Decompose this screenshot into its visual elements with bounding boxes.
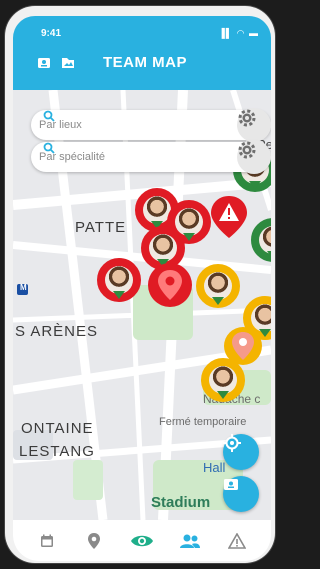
eye-icon	[130, 535, 153, 546]
id-card-icon	[224, 479, 238, 490]
nav-calendar[interactable]	[35, 529, 59, 553]
nav-location[interactable]	[82, 529, 106, 553]
search-icon	[43, 110, 55, 122]
gear-icon	[238, 109, 256, 127]
map-label-lestang: LESTANG	[19, 443, 95, 460]
nav-team[interactable]	[178, 529, 202, 553]
bottom-navigation	[13, 520, 271, 561]
nav-alerts[interactable]	[225, 529, 249, 553]
app-header: 9:41 ▐▌ ◠ ▬ TEAM MAP	[13, 16, 271, 90]
page-title: TEAM MAP	[103, 54, 187, 71]
gear-icon	[238, 141, 256, 159]
app-screen: 9:41 ▐▌ ◠ ▬ TEAM MAP M PATTE S ARÈNES ON…	[13, 16, 271, 561]
search-place-input[interactable]	[37, 118, 191, 132]
nav-view[interactable]	[130, 529, 154, 553]
map-label-fontaine: ONTAINE	[21, 420, 94, 437]
recenter-location-button[interactable]	[223, 434, 259, 470]
search-icon	[43, 142, 55, 154]
status-icons: ▐▌ ◠ ▬	[218, 28, 259, 38]
map-label-stadium: Stadium	[151, 494, 211, 511]
map-view[interactable]: M Pe PATTE S ARÈNES ONTAINE LESTANG Nada…	[13, 90, 271, 520]
speciality-filter-button[interactable]	[237, 140, 271, 174]
location-pin-icon	[88, 532, 101, 549]
location-pin-icon[interactable]	[223, 326, 263, 372]
map-label-patte: PATTE	[75, 219, 127, 236]
map-label-hall: Hall	[203, 460, 226, 475]
team-member-pin[interactable]	[196, 264, 240, 308]
place-filter-button[interactable]	[237, 108, 271, 142]
location-pin-icon[interactable]	[147, 262, 193, 312]
warning-pin-icon[interactable]	[209, 194, 249, 240]
calendar-icon	[40, 534, 53, 547]
warning-icon	[228, 532, 247, 549]
map-book-icon[interactable]	[61, 56, 75, 70]
map-label-arenes: S ARÈNES	[15, 323, 99, 340]
search-by-speciality	[31, 140, 271, 174]
crosshair-icon	[223, 434, 241, 452]
team-icon	[179, 534, 200, 548]
search-by-place	[31, 108, 271, 142]
status-time: 9:41	[41, 28, 62, 39]
team-member-pin[interactable]	[97, 258, 141, 302]
map-label-ferme: Fermé temporaire	[159, 416, 247, 428]
metro-badge: M	[20, 283, 27, 292]
search-speciality-input[interactable]	[37, 150, 191, 164]
id-card-icon[interactable]	[37, 56, 51, 70]
profile-card-button[interactable]	[223, 476, 259, 512]
